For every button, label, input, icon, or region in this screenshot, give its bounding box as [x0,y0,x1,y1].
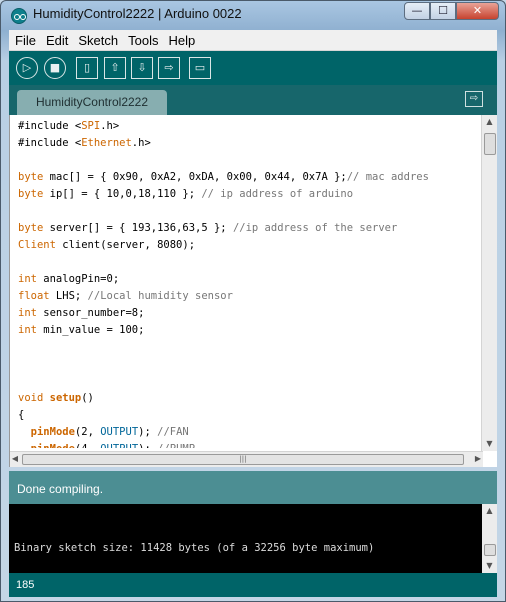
tab-menu-button[interactable]: ⇨ [465,91,483,107]
code-line[interactable]: int analogPin=0; [18,271,480,288]
scroll-down-icon[interactable]: ▼ [482,437,497,451]
save-button[interactable]: ⇩ [131,57,153,79]
console-output[interactable]: Binary sketch size: 11428 bytes (of a 32… [9,504,497,573]
code-line[interactable]: int min_value = 100; [18,322,480,339]
scroll-right-icon[interactable]: ▶ [473,452,483,466]
new-button[interactable]: ▯ [76,57,98,79]
horizontal-scroll-thumb[interactable]: ||| [22,454,464,465]
arrow-right-icon: ⇨ [469,93,479,104]
code-line[interactable] [18,254,480,271]
status-message: Done compiling. [17,482,104,496]
code-line[interactable] [18,373,480,390]
menu-tools[interactable]: Tools [124,33,162,48]
minimize-button[interactable]: — [404,2,430,20]
maximize-button[interactable]: ☐ [430,2,456,20]
code-line[interactable]: float LHS; //Local humidity sensor [18,288,480,305]
code-line[interactable]: #include <Ethernet.h> [18,135,480,152]
console-scrollbar[interactable]: ▲ ▼ [482,504,497,573]
serial-monitor-icon: ▭ [194,61,206,74]
tab-sketch[interactable]: HumidityControl2222 [17,90,167,115]
code-line[interactable]: pinMode(2, OUTPUT); //FAN [18,424,480,441]
code-line[interactable]: byte mac[] = { 0x90, 0xA2, 0xDA, 0x00, 0… [18,169,480,186]
window-title: HumidityControl2222 | Arduino 0022 [33,6,242,21]
menu-edit[interactable]: Edit [42,33,72,48]
menu-sketch[interactable]: Sketch [74,33,122,48]
vertical-scrollbar[interactable]: ▲ ▼ [481,115,497,451]
stop-icon: ■ [49,61,61,74]
code-line[interactable] [18,152,480,169]
line-number-bar: 185 [9,573,497,597]
menu-help[interactable]: Help [164,33,199,48]
code-line[interactable] [18,356,480,373]
code-line[interactable]: byte server[] = { 193,136,63,5 }; //ip a… [18,220,480,237]
code-line[interactable]: { [18,407,480,424]
arduino-window: HumidityControl2222 | Arduino 0022 — ☐ ✕… [0,0,506,602]
toolbar: ▷ ■ ▯ ⇧ ⇩ ⇨ ▭ [9,51,497,85]
status-bar: Done compiling. [9,471,497,504]
console-scroll-up-icon[interactable]: ▲ [482,504,497,518]
save-icon: ⇩ [137,61,147,74]
console-text: Binary sketch size: 11428 bytes (of a 32… [14,542,375,554]
line-number: 185 [16,579,35,591]
code-line[interactable]: Client client(server, 8080); [18,237,480,254]
code-line[interactable]: void setup() [18,390,480,407]
tab-strip: HumidityControl2222 ⇨ [9,85,497,115]
verify-button[interactable]: ▷ [16,57,38,79]
code-editor[interactable]: #include <SPI.h> #include <Ethernet.h> byt… [9,115,497,467]
code-line[interactable] [18,203,480,220]
upload-button[interactable]: ⇨ [158,57,180,79]
code-text[interactable]: #include <SPI.h> #include <Ethernet.h> byt… [18,118,480,448]
open-button[interactable]: ⇧ [104,57,126,79]
close-button[interactable]: ✕ [456,2,499,20]
code-line[interactable]: int sensor_number=8; [18,305,480,322]
stop-button[interactable]: ■ [44,57,66,79]
console-scroll-down-icon[interactable]: ▼ [482,559,497,573]
arduino-logo-icon [11,8,27,24]
code-line[interactable] [18,339,480,356]
title-bar[interactable]: HumidityControl2222 | Arduino 0022 — ☐ ✕ [1,1,505,29]
new-icon: ▯ [83,61,91,74]
code-line[interactable]: #include <SPI.h> [18,118,480,135]
console-scroll-thumb[interactable] [484,544,496,556]
scroll-left-icon[interactable]: ◀ [10,452,20,466]
scroll-up-icon[interactable]: ▲ [482,115,497,129]
code-line[interactable]: pinMode(4, OUTPUT); //PUMP [18,441,480,448]
vertical-scroll-thumb[interactable] [484,133,496,155]
window-controls: — ☐ ✕ [404,2,499,20]
verify-icon: ▷ [22,61,32,74]
open-icon: ⇧ [110,61,120,74]
serial-monitor-button[interactable]: ▭ [189,57,211,79]
menu-bar: File Edit Sketch Tools Help [9,30,497,51]
upload-icon: ⇨ [164,61,174,74]
horizontal-scrollbar[interactable]: ◀ ||| ▶ [10,451,483,467]
menu-file[interactable]: File [11,33,40,48]
code-line[interactable]: byte ip[] = { 10,0,18,110 }; // ip addre… [18,186,480,203]
